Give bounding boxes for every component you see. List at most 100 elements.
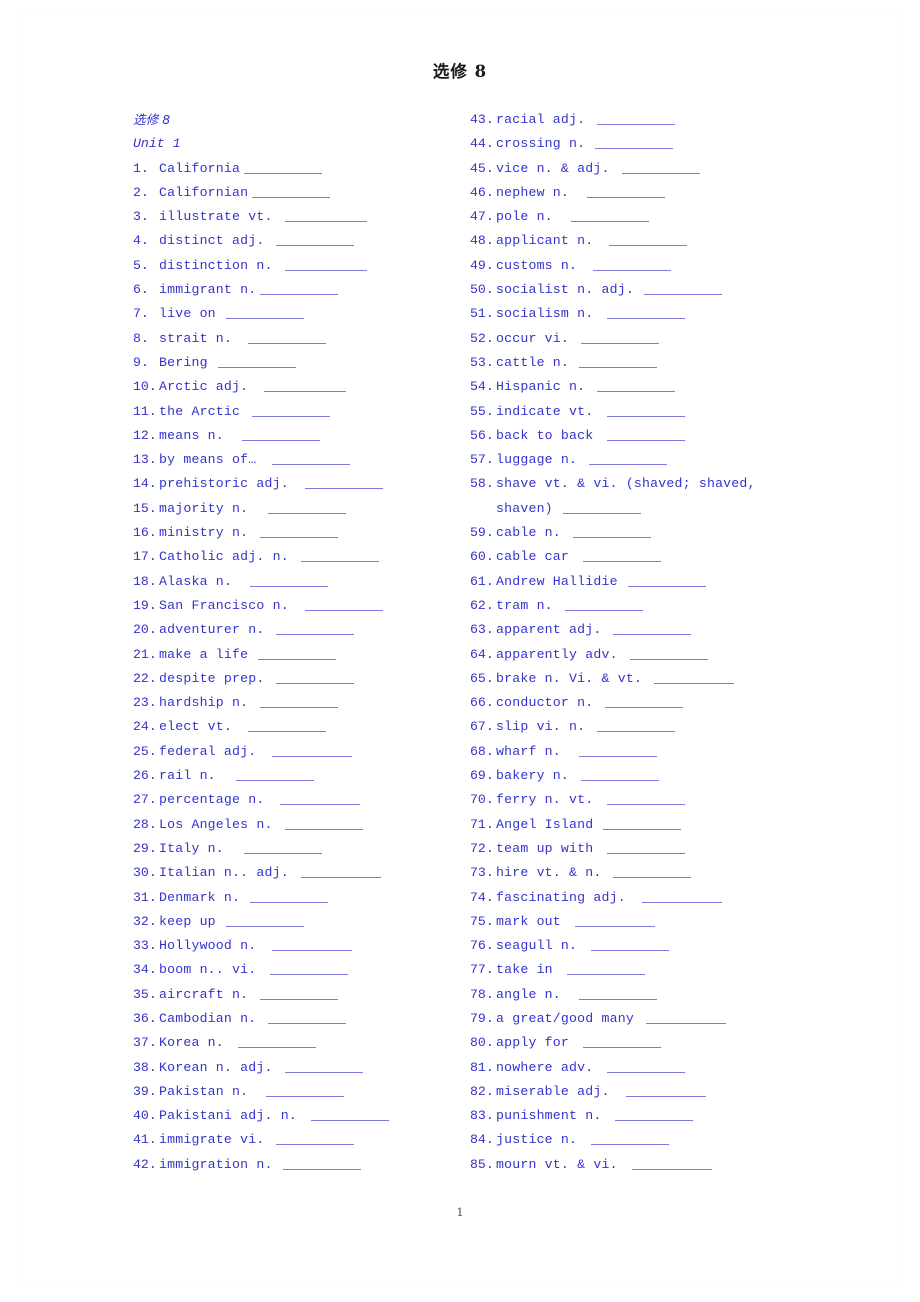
answer-blank[interactable]	[276, 232, 355, 247]
answer-blank[interactable]	[570, 208, 649, 223]
answer-blank[interactable]	[583, 548, 662, 563]
entry-number: 57.	[470, 452, 494, 468]
answer-blank[interactable]	[276, 1131, 355, 1146]
entry-term: customs n.	[496, 257, 578, 273]
answer-blank[interactable]	[613, 864, 692, 879]
answer-blank[interactable]	[244, 160, 323, 174]
answer-blank[interactable]	[217, 354, 296, 368]
answer-blank[interactable]	[260, 694, 339, 709]
answer-blank[interactable]	[276, 670, 355, 684]
answer-blank[interactable]	[248, 718, 327, 733]
answer-blank[interactable]	[258, 646, 337, 660]
entry-number: 41.	[133, 1132, 157, 1148]
answer-blank[interactable]	[562, 500, 641, 514]
answer-blank[interactable]	[237, 1034, 316, 1049]
document-page: 选修 8 选修 8 Unit 1 1. California 2. Californi…	[0, 0, 920, 1302]
answer-blank[interactable]	[310, 1107, 389, 1122]
answer-blank[interactable]	[266, 1083, 345, 1097]
answer-blank[interactable]	[304, 597, 383, 611]
answer-blank[interactable]	[272, 451, 351, 466]
answer-blank[interactable]	[272, 743, 353, 757]
answer-blank[interactable]	[581, 330, 660, 344]
answer-blank[interactable]	[268, 1010, 347, 1024]
entry-number: 10.	[133, 379, 157, 395]
answer-blank[interactable]	[300, 548, 379, 563]
answer-blank[interactable]	[641, 889, 722, 903]
answer-blank[interactable]	[591, 937, 670, 952]
answer-blank[interactable]	[607, 840, 686, 854]
answer-blank[interactable]	[587, 184, 666, 198]
answer-blank[interactable]	[607, 1059, 686, 1073]
answer-blank[interactable]	[621, 160, 700, 174]
answer-blank[interactable]	[595, 135, 674, 150]
answer-blank[interactable]	[284, 208, 367, 223]
answer-blank[interactable]	[615, 1107, 694, 1122]
answer-blank[interactable]	[613, 621, 692, 636]
answer-blank[interactable]	[625, 1083, 706, 1097]
answer-blank[interactable]	[589, 451, 668, 466]
answer-blank[interactable]	[241, 427, 320, 441]
answer-blank[interactable]	[260, 524, 339, 539]
answer-blank[interactable]	[304, 475, 383, 490]
answer-blank[interactable]	[572, 524, 651, 539]
answer-blank[interactable]	[607, 427, 686, 441]
answer-blank[interactable]	[260, 281, 339, 296]
answer-blank[interactable]	[284, 257, 367, 271]
page-number: 1	[456, 1206, 464, 1219]
entry-body: boom n.. vi.	[159, 958, 463, 982]
answer-blank[interactable]	[631, 1156, 712, 1170]
answer-blank[interactable]	[593, 257, 672, 271]
entry-body: socialist n. adj.	[496, 278, 820, 302]
answer-blank[interactable]	[583, 1034, 662, 1049]
answer-blank[interactable]	[250, 889, 329, 903]
answer-blank[interactable]	[578, 986, 657, 1000]
answer-blank[interactable]	[276, 621, 355, 636]
entry-term: fascinating adj.	[496, 889, 626, 905]
answer-blank[interactable]	[578, 743, 657, 757]
answer-blank[interactable]	[607, 305, 686, 320]
answer-blank[interactable]	[607, 791, 686, 806]
answer-blank[interactable]	[225, 305, 304, 320]
answer-blank[interactable]	[607, 403, 686, 417]
answer-blank[interactable]	[597, 378, 676, 393]
answer-blank[interactable]	[248, 330, 327, 344]
answer-blank[interactable]	[566, 961, 645, 976]
answer-blank[interactable]	[243, 840, 322, 854]
answer-blank[interactable]	[629, 646, 708, 660]
answer-blank[interactable]	[268, 500, 347, 514]
answer-blank[interactable]	[270, 961, 349, 976]
answer-blank[interactable]	[627, 573, 706, 587]
entry-term: Korean n. adj.	[159, 1059, 273, 1075]
answer-blank[interactable]	[597, 111, 676, 125]
answer-blank[interactable]	[225, 913, 304, 927]
answer-blank[interactable]	[597, 718, 676, 733]
answer-blank[interactable]	[300, 864, 381, 879]
answer-blank[interactable]	[643, 281, 722, 296]
answer-blank[interactable]	[252, 403, 331, 417]
answer-blank[interactable]	[564, 597, 643, 611]
entry-term: apply for	[496, 1035, 570, 1051]
answer-blank[interactable]	[250, 573, 329, 587]
answer-blank[interactable]	[264, 378, 347, 393]
answer-blank[interactable]	[282, 1156, 361, 1170]
answer-blank[interactable]	[272, 937, 353, 952]
answer-blank[interactable]	[284, 816, 363, 830]
answer-blank[interactable]	[603, 816, 682, 830]
answer-blank[interactable]	[654, 670, 735, 684]
answer-blank[interactable]	[574, 913, 655, 927]
answer-blank[interactable]	[235, 767, 314, 782]
answer-blank[interactable]	[280, 791, 361, 806]
entry-number: 22.	[133, 670, 157, 686]
answer-blank[interactable]	[260, 986, 339, 1000]
answer-blank[interactable]	[609, 232, 688, 247]
answer-blank[interactable]	[252, 184, 331, 198]
answer-blank[interactable]	[645, 1010, 726, 1024]
answer-blank[interactable]	[605, 694, 684, 709]
answer-blank[interactable]	[581, 767, 660, 782]
answer-blank[interactable]	[284, 1059, 363, 1073]
answer-blank[interactable]	[579, 354, 658, 368]
entry-body: by means of…	[159, 448, 463, 472]
entry-body: make a life	[159, 643, 463, 667]
entry-term: Bering	[159, 354, 208, 370]
answer-blank[interactable]	[591, 1131, 670, 1146]
